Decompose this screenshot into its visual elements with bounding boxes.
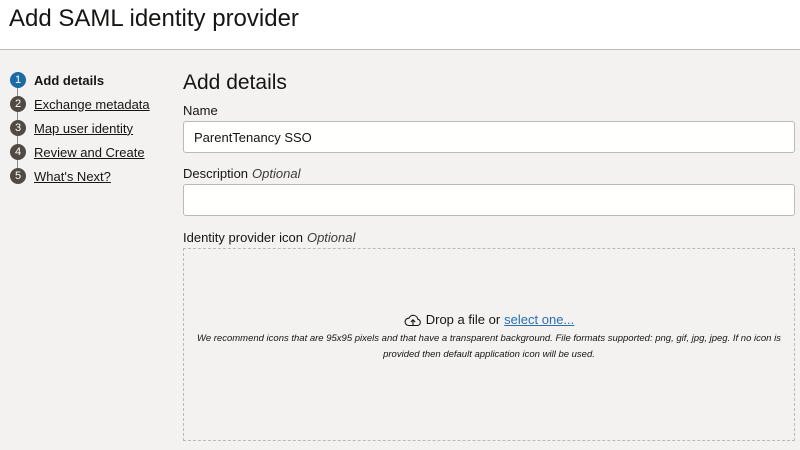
page-title: Add SAML identity provider — [9, 5, 299, 32]
step-label[interactable]: Review and Create — [34, 145, 145, 160]
step-review-and-create[interactable]: 4 Review and Create — [10, 140, 175, 164]
step-label: Add details — [34, 72, 105, 88]
name-label-text: Name — [183, 103, 218, 118]
drop-text: Drop a file or — [425, 312, 501, 327]
icon-label-text: Identity provider icon — [183, 230, 303, 245]
step-number: 4 — [10, 144, 26, 160]
step-map-user-identity[interactable]: 3 Map user identity — [10, 116, 175, 140]
select-file-link[interactable]: select one... — [504, 312, 574, 327]
description-label-text: Description — [183, 166, 249, 181]
step-add-details: 1 Add details — [10, 68, 175, 92]
optional-tag: Optional — [306, 230, 356, 245]
icon-label: Identity provider icon Optional — [183, 230, 795, 245]
step-label[interactable]: Map user identity — [34, 121, 133, 136]
upload-cloud-icon — [404, 314, 421, 326]
icon-hint: We recommend icons that are 95x95 pixels… — [197, 333, 781, 360]
step-number: 1 — [10, 72, 26, 88]
description-label: Description Optional — [183, 166, 795, 181]
wizard-steps: 1 Add details 2 Exchange metadata 3 Map … — [10, 68, 175, 188]
step-number: 2 — [10, 96, 26, 112]
icon-dropzone[interactable]: Drop a file or select one... We recommen… — [183, 248, 795, 441]
name-label: Name — [183, 103, 795, 118]
description-input[interactable] — [183, 184, 795, 216]
step-label[interactable]: Exchange metadata — [34, 97, 150, 112]
optional-tag: Optional — [252, 166, 301, 181]
step-exchange-metadata[interactable]: 2 Exchange metadata — [10, 92, 175, 116]
page-header: Add SAML identity provider — [0, 0, 800, 50]
drop-line: Drop a file or select one... — [184, 312, 794, 327]
step-number: 3 — [10, 120, 26, 136]
main-form: Add details Name DescriptionOptional Ide… — [183, 68, 795, 245]
step-number: 5 — [10, 168, 26, 184]
step-label[interactable]: What's Next? — [34, 169, 111, 184]
step-whats-next[interactable]: 5 What's Next? — [10, 164, 175, 188]
name-input[interactable] — [183, 121, 795, 153]
section-title: Add details — [183, 71, 287, 94]
